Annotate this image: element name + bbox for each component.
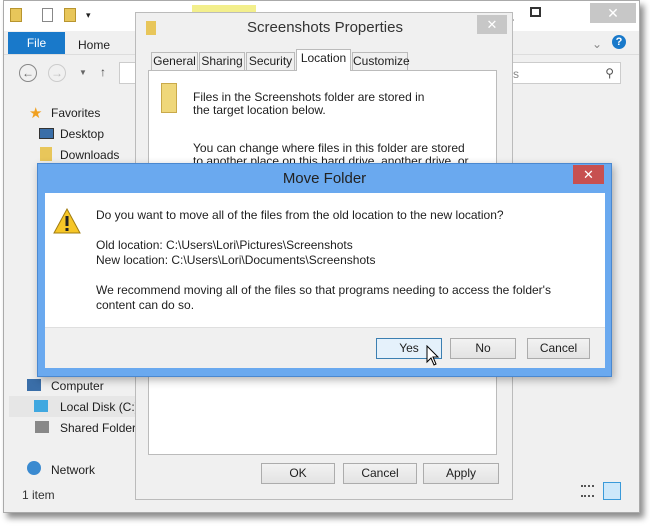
new-location: New location: C:\Users\Lori\Documents\Sc…: [96, 253, 376, 267]
expand-ribbon-icon[interactable]: ⌄: [592, 37, 602, 51]
warning-icon: [53, 208, 81, 234]
search-input[interactable]: ots⚲: [494, 62, 621, 84]
old-location: Old location: C:\Users\Lori\Pictures\Scr…: [96, 238, 353, 252]
properties-title: Screenshots Properties: [247, 19, 403, 36]
computer-icon: [27, 379, 41, 391]
folder-icon: [10, 8, 22, 22]
details-view-icon[interactable]: [581, 485, 594, 497]
move-folder-dialog: Move Folder ✕ Do you want to move all of…: [37, 163, 612, 377]
back-icon[interactable]: ←: [19, 64, 37, 82]
mouse-cursor-icon: [426, 345, 440, 366]
large-folder-icon: [161, 83, 177, 113]
new-folder-icon[interactable]: [64, 8, 76, 22]
move-folder-title: Move Folder: [282, 170, 367, 187]
properties-icon[interactable]: [42, 8, 53, 22]
nav-desktop[interactable]: Desktop: [60, 127, 104, 141]
recommendation-text: We recommend moving all of the files so …: [96, 283, 551, 312]
nav-shared-folders[interactable]: Shared Folders: [60, 421, 140, 435]
tab-home[interactable]: Home: [78, 38, 110, 52]
nav-favorites[interactable]: Favorites: [51, 106, 100, 120]
tab-general[interactable]: General: [151, 52, 198, 70]
nav-computer[interactable]: Computer: [51, 379, 104, 393]
local-disk-icon: [34, 400, 48, 412]
move-cancel-button[interactable]: Cancel: [527, 338, 590, 359]
network-icon: [27, 461, 41, 475]
tab-location[interactable]: Location: [296, 49, 351, 71]
help-icon[interactable]: ?: [612, 35, 626, 49]
location-description: Files in the Screenshots folder are stor…: [193, 90, 425, 117]
star-icon: ★: [29, 105, 43, 122]
shared-folders-icon: [35, 421, 49, 433]
properties-close-button[interactable]: ✕: [477, 15, 507, 34]
move-folder-body: Do you want to move all of the files fro…: [45, 193, 605, 328]
status-item-count: 1 item: [22, 488, 55, 502]
tab-file[interactable]: File: [8, 32, 65, 54]
customize-toolbar-icon[interactable]: ▾: [86, 10, 91, 21]
apply-button[interactable]: Apply: [423, 463, 499, 484]
close-icon[interactable]: ✕: [590, 3, 636, 23]
up-icon[interactable]: ↑: [100, 65, 106, 79]
properties-cancel-button[interactable]: Cancel: [343, 463, 417, 484]
desktop-icon: [39, 128, 54, 139]
maximize-icon[interactable]: [530, 7, 541, 17]
move-folder-close-button[interactable]: ✕: [573, 165, 604, 184]
tab-security[interactable]: Security: [246, 52, 295, 70]
nav-local-disk[interactable]: Local Disk (C:): [60, 400, 139, 414]
nav-network[interactable]: Network: [51, 463, 95, 477]
tab-customize[interactable]: Customize: [352, 52, 410, 70]
recent-dropdown-icon[interactable]: ▼: [79, 68, 87, 77]
ok-button[interactable]: OK: [261, 463, 335, 484]
forward-icon[interactable]: →: [48, 64, 66, 82]
search-icon: ⚲: [605, 66, 614, 80]
no-button[interactable]: No: [450, 338, 516, 359]
nav-downloads[interactable]: Downloads: [60, 148, 119, 162]
downloads-icon: [40, 147, 52, 161]
large-icons-view-icon[interactable]: [603, 482, 621, 500]
tab-sharing[interactable]: Sharing: [199, 52, 245, 70]
move-question: Do you want to move all of the files fro…: [96, 208, 504, 222]
